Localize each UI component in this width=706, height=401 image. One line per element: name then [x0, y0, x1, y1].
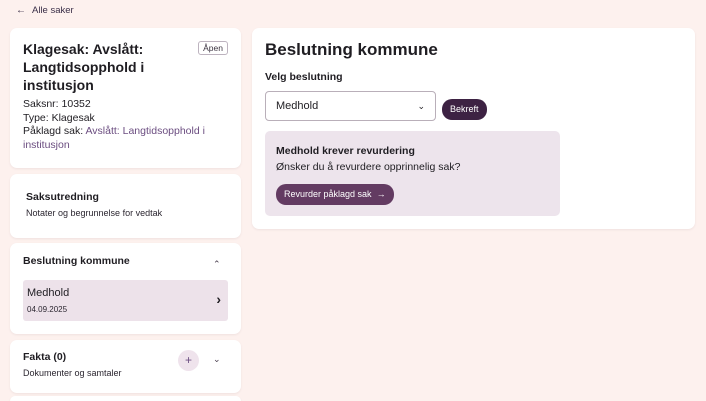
revurder-button-label: Revurder påklagd sak	[284, 189, 372, 199]
saksutredning-card[interactable]: Saksutredning Notater og begrunnelse for…	[10, 174, 241, 238]
back-link[interactable]: ← Alle saker	[16, 5, 74, 16]
fakta-card: Fakta (0) Dokumenter og samtaler + ⌄	[10, 340, 241, 393]
add-fakta-button[interactable]: +	[178, 350, 199, 371]
case-type: Type: Klagesak	[23, 111, 95, 124]
fakta-subtitle: Dokumenter og samtaler	[23, 368, 122, 378]
beslutning-item-date: 04.09.2025	[27, 305, 68, 314]
chevron-up-icon[interactable]: ⌃	[213, 259, 221, 270]
select-value: Medhold	[276, 100, 319, 112]
arrow-left-icon: ←	[16, 5, 26, 16]
case-summary-card: Klagesak: Avslått: Langtidsopphold i ins…	[10, 28, 241, 168]
beslutning-section-title: Beslutning kommune	[23, 255, 130, 267]
beslutning-select[interactable]: Medhold ⌄	[265, 91, 436, 121]
appealed-case: Påklagd sak: Avslått: Langtidsopphold i …	[23, 125, 228, 152]
page-title: Beslutning kommune	[265, 40, 438, 59]
next-card	[10, 396, 241, 401]
alert-heading: Medhold krever revurdering	[276, 145, 415, 157]
select-label: Velg beslutning	[265, 71, 343, 83]
chevron-down-icon: ⌄	[417, 100, 425, 111]
case-number: Saksnr: 10352	[23, 98, 91, 110]
saksutredning-subtitle: Notater og begrunnelse for vedtak	[26, 208, 163, 218]
case-title: Klagesak: Avslått: Langtidsopphold i ins…	[23, 41, 145, 93]
confirm-button[interactable]: Bekreft	[442, 99, 487, 120]
beslutning-item[interactable]: Medhold 04.09.2025 ›	[23, 280, 228, 321]
revurdering-alert: Medhold krever revurdering Ønsker du å r…	[265, 131, 560, 216]
alert-question: Ønsker du å revurdere opprinnelig sak?	[276, 161, 461, 173]
chevron-down-icon[interactable]: ⌄	[213, 354, 221, 365]
arrow-right-icon: →	[376, 189, 386, 199]
revurder-button[interactable]: Revurder påklagd sak →	[276, 184, 394, 205]
case-meta: Saksnr: 10352 Type: Klagesak Påklagd sak…	[23, 98, 228, 152]
appealed-case-label: Påklagd sak:	[23, 125, 84, 137]
beslutning-panel: Beslutning kommune Velg beslutning Medho…	[252, 28, 695, 229]
status-badge: Åpen	[198, 41, 228, 55]
chevron-right-icon: ›	[216, 291, 221, 307]
back-link-label: Alle saker	[32, 5, 74, 16]
beslutning-section: Beslutning kommune ⌃ Medhold 04.09.2025 …	[10, 243, 241, 334]
beslutning-item-value: Medhold	[27, 287, 70, 299]
saksutredning-title: Saksutredning	[26, 191, 99, 203]
